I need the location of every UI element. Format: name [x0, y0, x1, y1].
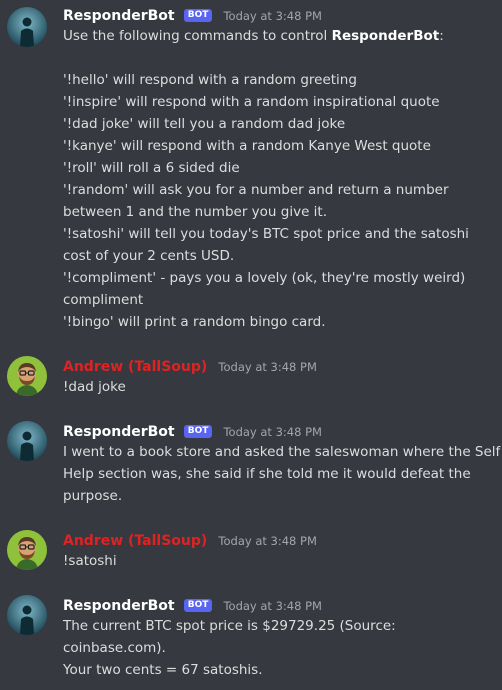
bot-badge: BOT [183, 425, 213, 438]
message-line: cost of your 2 cents USD. [63, 248, 235, 264]
bot-avatar-icon [7, 7, 47, 47]
message-line: Your two cents = 67 satoshis. [63, 662, 263, 678]
message-line: '!roll' will roll a 6 sided die [63, 160, 240, 176]
bot-avatar[interactable] [7, 595, 47, 635]
message-line: '!dad joke' will tell you a random dad j… [63, 116, 346, 132]
message-line: !dad joke [63, 379, 126, 395]
intro-text: Use the following commands to control [63, 28, 332, 44]
message-line: I went to a book store and asked the sal… [63, 444, 501, 460]
message-content: The current BTC spot price is $29729.25 … [63, 615, 493, 681]
message-content: !dad joke [63, 376, 493, 398]
message-line: '!compliment' - pays you a lovely (ok, t… [63, 270, 466, 286]
message-content: !satoshi [63, 550, 493, 572]
message-line: !satoshi [63, 553, 117, 569]
message-line: purpose. [63, 488, 123, 504]
message-line: coinbase.com). [63, 640, 166, 656]
user-avatar[interactable] [7, 356, 47, 396]
intro-colon: : [439, 28, 444, 44]
message-line: Help section was, she said if she told m… [63, 466, 471, 482]
message-content: I went to a book store and asked the sal… [63, 441, 501, 507]
timestamp[interactable]: Today at 3:48 PM [223, 425, 321, 439]
message-line: '!random' will ask you for a number and … [63, 182, 449, 198]
message-line: '!kanye' will respond with a random Kany… [63, 138, 431, 154]
message-line: '!satoshi' will tell you today's BTC spo… [63, 226, 469, 242]
timestamp[interactable]: Today at 3:48 PM [218, 534, 316, 548]
message-line: between 1 and the number you give it. [63, 204, 328, 220]
timestamp[interactable]: Today at 3:48 PM [223, 9, 321, 23]
bot-name-bold: ResponderBot [331, 28, 440, 44]
author-name[interactable]: ResponderBot [63, 6, 175, 26]
user-avatar-icon [7, 356, 47, 396]
message-line: '!hello' will respond with a random gree… [63, 72, 357, 88]
author-name[interactable]: Andrew (TallSoup) [63, 357, 207, 377]
message-line: compliment [63, 292, 144, 308]
bot-badge: BOT [183, 9, 213, 22]
author-name[interactable]: ResponderBot [63, 596, 175, 616]
bot-avatar[interactable] [7, 7, 47, 47]
message-line: '!bingo' will print a random bingo card. [63, 314, 326, 330]
bot-avatar-icon [7, 421, 47, 461]
timestamp[interactable]: Today at 3:48 PM [223, 599, 321, 613]
user-avatar-icon [7, 530, 47, 570]
author-name[interactable]: ResponderBot [63, 422, 175, 442]
timestamp[interactable]: Today at 3:48 PM [218, 360, 316, 374]
user-avatar[interactable] [7, 530, 47, 570]
bot-avatar-icon [7, 595, 47, 635]
bot-avatar[interactable] [7, 421, 47, 461]
message-content: Use the following commands to control Re… [63, 25, 493, 333]
author-name[interactable]: Andrew (TallSoup) [63, 531, 207, 551]
bot-badge: BOT [183, 599, 213, 612]
chat-messages: ResponderBot BOT Today at 3:48 PM Use th… [0, 0, 502, 690]
message-line: Use the following commands to control Re… [63, 25, 493, 47]
message-line: '!inspire' will respond with a random in… [63, 94, 440, 110]
message-line: The current BTC spot price is $29729.25 … [63, 618, 396, 634]
